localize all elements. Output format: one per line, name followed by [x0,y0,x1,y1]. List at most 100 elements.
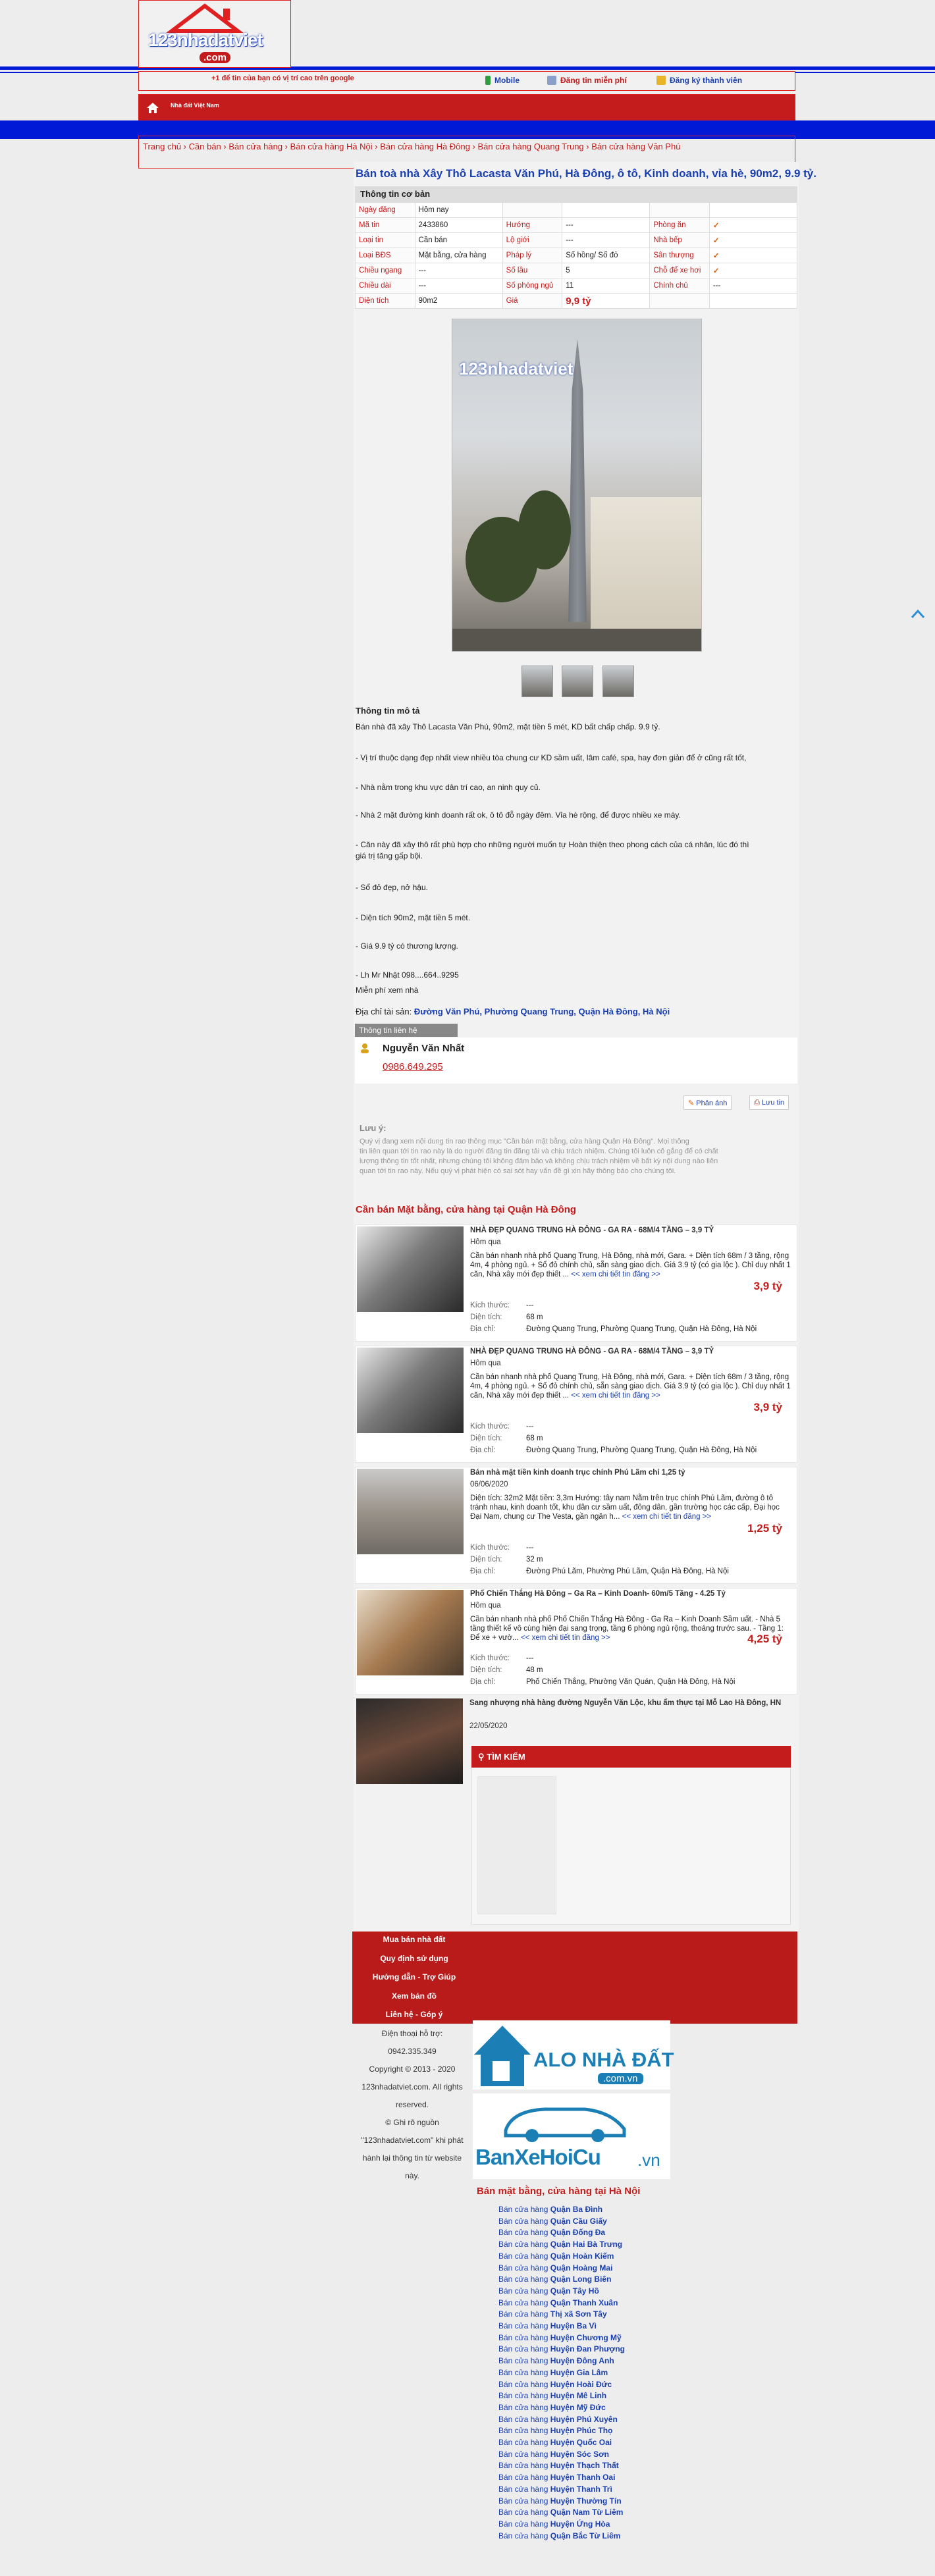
district-name: Huyện Đan Phượng [550,2344,625,2354]
district-link[interactable]: Bán cửa hàng Quận Đống Đa [498,2227,625,2239]
district-link[interactable]: Bán cửa hàng Quận Hai Bà Trưng [498,2239,625,2251]
info-row: Diện tích 90m2 Giá 9,9 tỷ [355,293,798,309]
listing-thumbnail[interactable] [357,1469,464,1554]
listing-thumbnail[interactable] [357,1590,464,1675]
listing-address: Địa chỉ: Phố Chiến Thắng, Phường Văn Quán… [470,1678,735,1686]
district-link[interactable]: Bán cửa hàng Huyện Mỹ Đức [498,2402,625,2414]
more-link[interactable]: << xem chi tiết tin đăng >> [521,1634,610,1642]
district-link[interactable]: Bán cửa hàng Quận Hoàng Mai [498,2263,625,2274]
district-link[interactable]: Bán cửa hàng Huyện Chương Mỹ [498,2332,625,2344]
related-listing[interactable]: Phố Chiến Thắng Hà Đông – Ga Ra – Kinh D… [355,1588,797,1695]
district-link[interactable]: Bán cửa hàng Huyện Phú Xuyên [498,2414,625,2426]
district-name: Huyện Ba Vì [550,2321,597,2331]
listing-thumbnail[interactable] [357,1226,464,1312]
footer-link[interactable]: Quy định sử dụng [356,1954,473,1963]
google-plus-ad[interactable]: +1 để tin của bạn có vị trí cao trên goo… [211,74,354,82]
thumbnail[interactable] [521,666,553,697]
info-value: 9,9 tỷ [562,293,651,309]
breadcrumb-item[interactable]: Trang chủ [143,142,181,151]
listing-thumbnail[interactable] [356,1698,463,1784]
district-link[interactable]: Bán cửa hàng Quận Cầu Giấy [498,2216,625,2228]
info-key: Chiều dài [355,278,415,294]
district-link[interactable]: Bán cửa hàng Huyện Thường Tín [498,2496,625,2508]
site-logo[interactable]: 123nhadatviet .com [138,0,291,68]
listing-area: Diện tích: 32 m [470,1556,543,1564]
address-value: Đường Quang Trung, Phường Quang Trung, Q… [526,1446,757,1454]
district-link[interactable]: Bán cửa hàng Thị xã Sơn Tây [498,2309,625,2321]
district-link[interactable]: Bán cửa hàng Huyện Thanh Oai [498,2472,625,2484]
contact-phone[interactable]: 0986.649.295 [383,1061,443,1072]
district-link[interactable]: Bán cửa hàng Huyện Đan Phượng [498,2344,625,2355]
related-listing[interactable]: NHÀ ĐẸP QUANG TRUNG HÀ ĐÔNG - GA RA - 68… [355,1224,797,1342]
district-prefix: Bán cửa hàng [498,2461,548,2471]
listing-title[interactable]: NHÀ ĐẸP QUANG TRUNG HÀ ĐÔNG - GA RA - 68… [470,1226,714,1234]
main-listing-photo[interactable]: 123nhadatviet [452,319,702,652]
thumbnail[interactable] [602,666,634,697]
breadcrumb-item[interactable]: Bán cửa hàng Hà Đông [380,142,470,151]
listing-title[interactable]: Phố Chiến Thắng Hà Đông – Ga Ra – Kinh D… [470,1590,726,1598]
breadcrumb-item[interactable]: Bán cửa hàng Hà Nội [290,142,373,151]
breadcrumb-item[interactable]: Bán cửa hàng Văn Phú [591,142,680,151]
related-listing[interactable]: Bán nhà mặt tiền kinh doanh trục chính P… [355,1467,797,1584]
district-link[interactable]: Bán cửa hàng Huyện Mê Linh [498,2390,625,2402]
listing-thumbnail[interactable] [357,1348,464,1433]
district-link[interactable]: Bán cửa hàng Quận Bắc Từ Liêm [498,2531,625,2542]
listing-title[interactable]: NHÀ ĐẸP QUANG TRUNG HÀ ĐÔNG - GA RA - 68… [470,1348,714,1355]
district-link[interactable]: Bán cửa hàng Huyện Sóc Sơn [498,2449,625,2461]
size-label: Kích thước: [470,1654,510,1662]
address-link[interactable]: Đường Văn Phú, Phường Quang Trung, Quận … [414,1007,670,1016]
listing-title[interactable]: Sang nhượng nhà hàng đường Nguyễn Văn Lộ… [469,1698,792,1708]
info-value: Sổ hồng/ Sổ đỏ [562,248,651,263]
alonhadat-banner[interactable]: ALO NHÀ ĐẤT .com.vn [473,2020,674,2090]
footer-link[interactable]: Xem bản đồ [356,1991,473,2001]
thumbnail[interactable] [562,666,593,697]
save-button[interactable]: ⎙ Lưu tin [749,1095,789,1110]
search-form[interactable] [477,1776,556,1914]
footer-link[interactable]: Mua bán nhà đất [356,1935,473,1944]
banxehoicu-banner[interactable]: BanXeHoiCu .vn [473,2093,670,2179]
district-link[interactable]: Bán cửa hàng Huyện Phúc Thọ [498,2425,625,2437]
footer-link[interactable]: Hướng dẫn - Trợ Giúp [356,1972,473,1982]
nav-label[interactable]: Nhà đất Việt Nam [171,102,219,109]
district-link[interactable]: Bán cửa hàng Huyện Thạch Thất [498,2460,625,2472]
more-link[interactable]: << xem chi tiết tin đăng >> [571,1392,660,1400]
district-name: Quận Long Biên [550,2274,612,2284]
district-link[interactable]: Bán cửa hàng Huyện Ba Vì [498,2321,625,2332]
post-free-link[interactable]: Đăng tin miễn phí [547,76,627,85]
district-prefix: Bán cửa hàng [498,2438,548,2448]
listing-title[interactable]: Bán nhà mặt tiền kinh doanh trục chính P… [470,1469,685,1477]
report-button[interactable]: ✎ Phản ánh [683,1095,732,1110]
footer-link[interactable]: Liên hệ - Góp ý [356,2010,473,2019]
district-link[interactable]: Bán cửa hàng Huyện Hoài Đức [498,2379,625,2391]
district-link[interactable]: Bán cửa hàng Quận Nam Từ Liêm [498,2507,625,2519]
district-link[interactable]: Bán cửa hàng Quận Thanh Xuân [498,2298,625,2309]
related-listing[interactable]: NHÀ ĐẸP QUANG TRUNG HÀ ĐÔNG - GA RA - 68… [355,1346,797,1463]
mobile-link[interactable]: Mobile [485,76,520,85]
info-value: --- [562,232,651,248]
breadcrumb-item[interactable]: Bán cửa hàng Quang Trung [477,142,583,151]
district-link[interactable]: Bán cửa hàng Quận Ba Đình [498,2204,625,2216]
district-prefix: Bán cửa hàng [498,2263,548,2273]
breadcrumb-item[interactable]: Cần bán [189,142,221,151]
district-link[interactable]: Bán cửa hàng Quận Hoàn Kiếm [498,2251,625,2263]
district-link[interactable]: Bán cửa hàng Huyện Gia Lâm [498,2367,625,2379]
address-label: Địa chỉ: [470,1678,496,1686]
breadcrumb-item[interactable]: Bán cửa hàng [228,142,282,151]
tree-shape [518,490,571,569]
district-link[interactable]: Bán cửa hàng Huyện Quốc Oai [498,2437,625,2449]
area-label: Diện tích: [470,1434,502,1442]
home-icon[interactable] [146,101,160,115]
district-link[interactable]: Bán cửa hàng Huyện Đông Anh [498,2355,625,2367]
register-link[interactable]: Đăng ký thành viên [656,76,742,85]
district-name: Huyện Quốc Oai [550,2438,612,2448]
more-link[interactable]: << xem chi tiết tin đăng >> [622,1513,712,1521]
district-link[interactable]: Bán cửa hàng Quận Long Biên [498,2274,625,2286]
district-link[interactable]: Bán cửa hàng Huyện Thanh Trì [498,2484,625,2496]
district-prefix: Bán cửa hàng [498,2379,548,2389]
more-link[interactable]: << xem chi tiết tin đăng >> [571,1271,660,1278]
back-to-top-icon[interactable] [910,607,926,620]
footer-line: 0942.335.349 [388,2047,437,2056]
listing-address: Địa chỉ: Đường Quang Trung, Phường Quang … [470,1325,757,1333]
district-link[interactable]: Bán cửa hàng Huyện Ứng Hòa [498,2519,625,2531]
district-link[interactable]: Bán cửa hàng Quận Tây Hồ [498,2286,625,2298]
